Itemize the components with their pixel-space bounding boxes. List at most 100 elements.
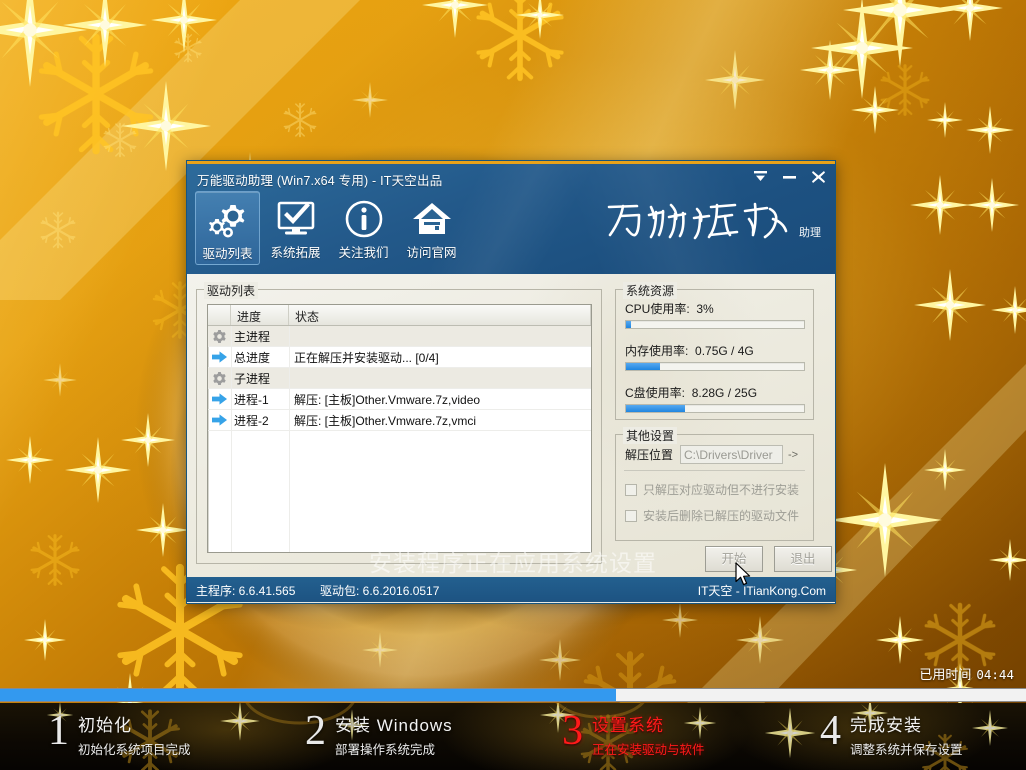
checkbox-label: 安装后删除已解压的驱动文件 (643, 507, 799, 524)
exit-button[interactable]: 退出 (774, 546, 832, 572)
toolbar-item-follow-us[interactable]: 关注我们 (331, 191, 396, 265)
row-status: 正在解压并安装驱动... [0/4] (289, 349, 591, 366)
resource-cpu-bar (625, 320, 805, 329)
other-settings-group: 其他设置 解压位置 C:\Drivers\Driver -> 只解压对应驱动但不… (615, 434, 814, 541)
step-subtitle: 部署操作系统完成 (335, 739, 453, 758)
toolbar-item-system-extend[interactable]: 系统拓展 (263, 191, 328, 265)
step-number: 4 (820, 710, 841, 752)
home-icon (411, 196, 453, 241)
step-number: 3 (562, 710, 583, 752)
extract-path-input[interactable]: C:\Drivers\Driver (680, 445, 783, 464)
window-title: 万能驱动助理 (Win7.x64 专用) - IT天空出品 (197, 170, 442, 189)
gear-icon (208, 330, 231, 343)
step-subtitle: 初始化系统项目完成 (78, 739, 191, 758)
step-subtitle: 调整系统并保存设置 (850, 739, 963, 758)
step-subtitle: 正在安装驱动与软件 (592, 739, 705, 758)
table-row[interactable]: 进程-2 解压: [主板]Other.Vmware.7z,vmci (208, 410, 591, 431)
step-title: 完成安装 (850, 711, 963, 736)
toolbar-item-label: 关注我们 (338, 242, 388, 261)
column-header-icon[interactable] (208, 305, 231, 325)
step-title: 安装 Windows (335, 711, 453, 736)
arrow-icon (208, 351, 231, 363)
resource-disk-bar (625, 404, 805, 413)
window-title-bar: 万能驱动助理 (Win7.x64 专用) - IT天空出品 (187, 161, 835, 274)
installer-progress-bar (0, 688, 1026, 702)
table-row[interactable]: 主进程 (208, 326, 591, 347)
step-number: 2 (305, 710, 326, 752)
row-progress: 进程-2 (231, 412, 289, 429)
resource-memory: 内存使用率: 0.75G / 4G (625, 342, 805, 371)
resource-cpu-label: CPU使用率: 3% (625, 300, 805, 317)
row-status: 解压: [主板]Other.Vmware.7z,vmci (289, 412, 591, 429)
installer-steps-bar: 1 初始化 初始化系统项目完成 2 安装 Windows 部署操作系统完成 3 … (0, 703, 1026, 770)
installer-progress-fill (0, 689, 616, 701)
installer-step-1: 1 初始化 初始化系统项目完成 (48, 710, 191, 758)
collapse-icon[interactable] (747, 167, 773, 187)
desktop-background: 安装程序正在应用系统设置 万能驱动助理 (Win7.x64 专用) - IT天空… (0, 0, 1026, 770)
step-title: 设置系统 (592, 711, 705, 736)
table-row[interactable]: 进程-1 解压: [主板]Other.Vmware.7z,video (208, 389, 591, 410)
row-progress: 进程-1 (231, 391, 289, 408)
close-icon[interactable] (805, 167, 831, 187)
minimize-icon[interactable] (776, 167, 802, 187)
table-header-row: 进度 状态 (208, 305, 591, 326)
toolbar-item-visit-site[interactable]: 访问官网 (399, 191, 464, 265)
gear-icon (208, 372, 231, 385)
resource-disk: C盘使用率: 8.28G / 25G (625, 384, 805, 413)
extract-path-label: 解压位置 (625, 446, 673, 463)
main-toolbar: 驱动列表 系统拓展 (195, 191, 467, 265)
installer-step-3: 3 设置系统 正在安装驱动与软件 (562, 710, 705, 758)
driver-list-group: 驱动列表 进度 状态 主进程 (196, 289, 602, 564)
system-resources-group-title: 系统资源 (623, 282, 677, 299)
arrow-icon (208, 393, 231, 405)
toolbar-item-label: 系统拓展 (270, 242, 320, 261)
resource-disk-label: C盘使用率: 8.28G / 25G (625, 384, 805, 401)
window-body: 驱动列表 进度 状态 主进程 (187, 274, 835, 577)
elapsed-time-value: 04:44 (976, 667, 1014, 682)
row-status: 解压: [主板]Other.Vmware.7z,video (289, 391, 591, 408)
toolbar-item-label: 访问官网 (406, 242, 456, 261)
start-button[interactable]: 开始 (705, 546, 763, 572)
row-progress: 总进度 (231, 349, 289, 366)
driver-list-group-title: 驱动列表 (204, 282, 258, 299)
table-row[interactable]: 总进度 正在解压并安装驱动... [0/4] (208, 347, 591, 368)
column-header-status[interactable]: 状态 (289, 305, 591, 325)
checkbox-box[interactable] (625, 484, 637, 496)
installer-step-4: 4 完成安装 调整系统并保存设置 (820, 710, 963, 758)
step-number: 1 (48, 710, 69, 752)
settings-divider (624, 470, 805, 471)
checkbox-delete-after-install[interactable]: 安装后删除已解压的驱动文件 (625, 507, 799, 524)
other-settings-group-title: 其他设置 (623, 427, 677, 444)
brand-calligraphy (605, 197, 795, 245)
toolbar-item-label: 驱动列表 (202, 243, 252, 262)
arrow-icon (208, 414, 231, 426)
checkbox-extract-only[interactable]: 只解压对应驱动但不进行安装 (625, 481, 799, 498)
brand-logo: 助理 (605, 197, 821, 245)
resource-cpu: CPU使用率: 3% (625, 300, 805, 329)
installer-step-2: 2 安装 Windows 部署操作系统完成 (305, 710, 453, 758)
status-vendor: IT天空 - ITianKong.Com (698, 582, 826, 599)
gears-icon (207, 197, 249, 242)
row-progress: 子进程 (231, 370, 289, 387)
checkbox-label: 只解压对应驱动但不进行安装 (643, 481, 799, 498)
extract-path-browse-button[interactable]: -> (788, 449, 798, 461)
resource-memory-label: 内存使用率: 0.75G / 4G (625, 342, 805, 359)
status-main-program: 主程序: 6.6.41.565 (196, 582, 295, 599)
elapsed-time-label: 已用时间 (919, 667, 971, 682)
elapsed-time: 已用时间 04:44 (919, 664, 1014, 683)
system-resources-group: 系统资源 CPU使用率: 3% 内存使用率: 0.75G / 4G (615, 289, 814, 420)
status-driver-pack: 驱动包: 6.6.2016.0517 (320, 582, 439, 599)
column-header-progress[interactable]: 进度 (231, 305, 289, 325)
row-progress: 主进程 (231, 328, 289, 345)
driver-assistant-window: 万能驱动助理 (Win7.x64 专用) - IT天空出品 (186, 160, 836, 604)
mouse-cursor (735, 562, 753, 593)
table-row[interactable]: 子进程 (208, 368, 591, 389)
resource-memory-bar (625, 362, 805, 371)
monitor-check-icon (276, 196, 316, 241)
step-title: 初始化 (78, 711, 191, 736)
checkbox-box[interactable] (625, 510, 637, 522)
info-circle-icon (344, 196, 384, 241)
toolbar-item-driver-list[interactable]: 驱动列表 (195, 191, 260, 265)
driver-list-table[interactable]: 进度 状态 主进程 (207, 304, 592, 553)
brand-subtitle: 助理 (799, 224, 821, 240)
